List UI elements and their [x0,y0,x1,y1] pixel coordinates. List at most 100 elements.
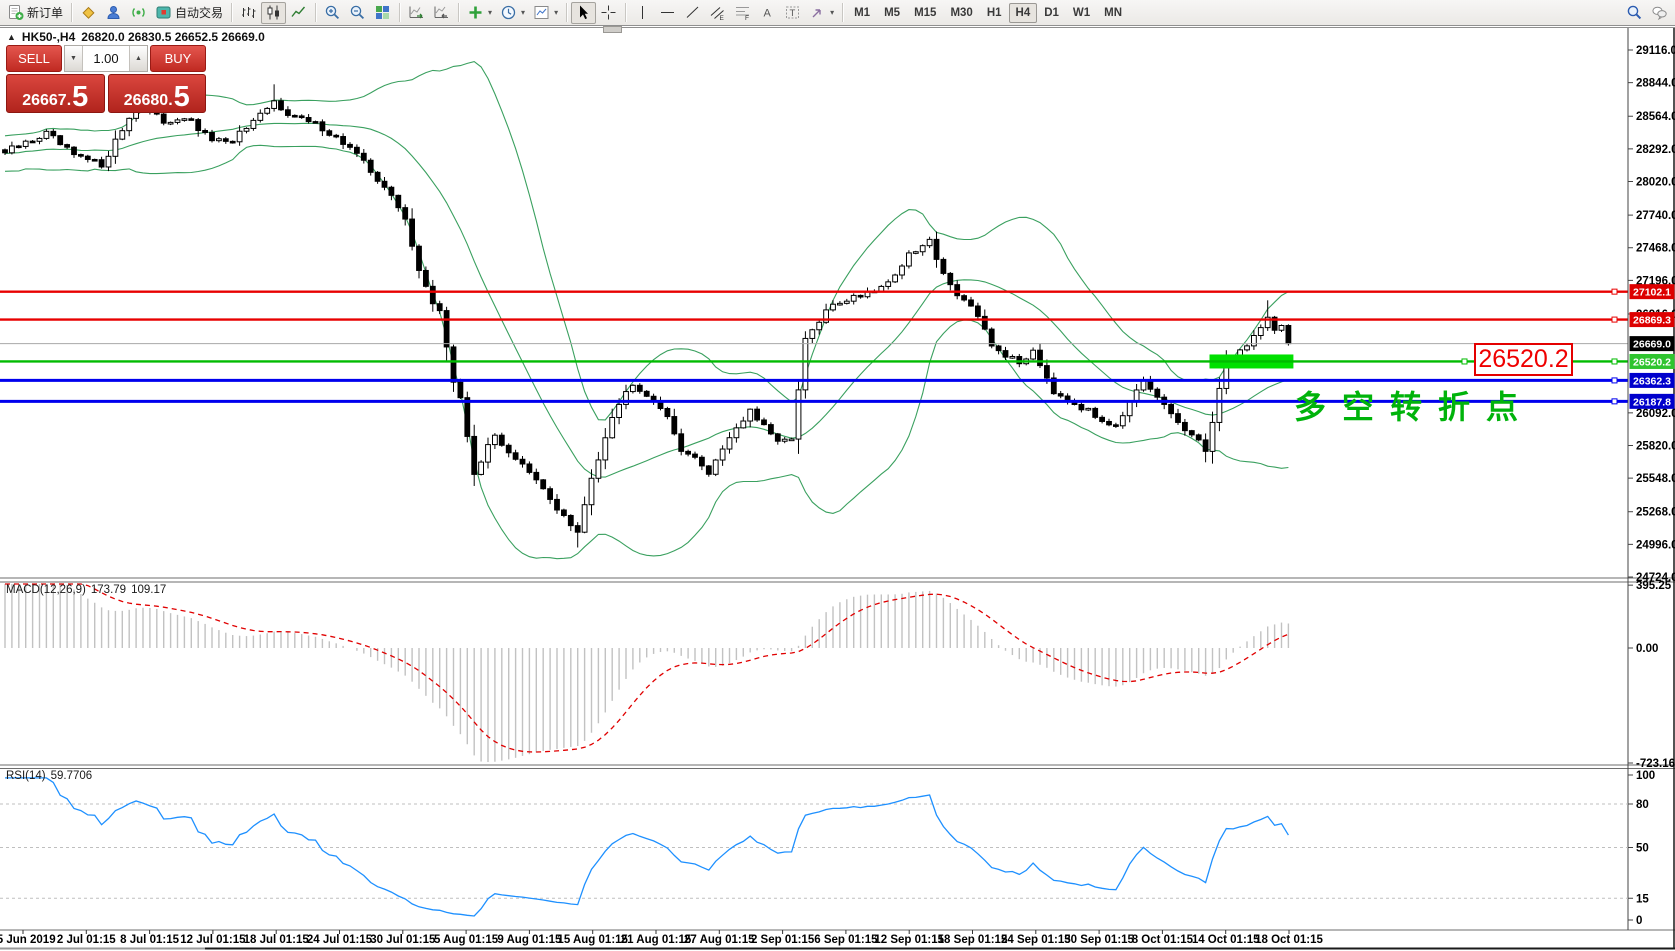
sell-button[interactable]: SELL [6,45,62,72]
auto-trading-button[interactable]: 自动交易 [151,2,227,24]
svg-text:F: F [745,15,749,21]
cursor-button[interactable] [571,2,596,24]
arrows-button[interactable]: ▾ [805,2,838,24]
macd-indicator-label: MACD(12,26,9)173.79109.17 [6,584,166,596]
market-watch-icon [80,4,97,21]
timeframe-m1[interactable]: M1 [847,3,877,23]
line-chart-icon [290,4,307,21]
toolbar-separator [842,3,843,22]
toolbar-separator [399,3,400,22]
chart-header: ▲ HK50-,H4 26820.0 26830.5 26652.5 26669… [7,30,265,44]
bar-chart-button[interactable] [236,2,261,24]
vertical-line-button[interactable] [630,2,655,24]
macd-panel[interactable] [0,583,1628,763]
market-watch-button[interactable] [76,2,101,24]
search-icon [1626,4,1643,21]
rsi-indicator-label: RSI(14)59.7706 [6,770,92,782]
data-window-button[interactable] [101,2,126,24]
buy-button[interactable]: BUY [150,45,206,72]
volume-increase-button[interactable]: ▲ [129,46,147,71]
candlestick-chart-button[interactable] [261,2,286,24]
equidistant-channel-icon: E [709,4,726,21]
indicators-plus-icon [467,4,484,21]
new-order-button[interactable]: 新订单 [3,2,67,24]
text-icon: A [759,4,776,21]
buy-price[interactable]: 26680.5 [108,74,207,113]
crosshair-button[interactable] [596,2,621,24]
channel-button[interactable]: E [705,2,730,24]
zoom-out-icon [349,4,366,21]
horizontal-line-icon [659,4,676,21]
price-callout-label[interactable]: 26520.2 [1474,343,1573,376]
macd-signal-value: 109.17 [131,584,166,596]
indicators-button[interactable]: ▾ [463,2,496,24]
ohlc-values: 26820.0 26830.5 26652.5 26669.0 [81,30,265,44]
sell-price-dot: . [67,92,71,110]
text-label-icon: T [784,4,801,21]
timeframe-m15[interactable]: M15 [907,3,943,23]
tile-windows-icon [374,4,391,21]
timeframe-m30[interactable]: M30 [943,3,979,23]
volume-value[interactable]: 1.00 [83,46,129,71]
chat-button[interactable] [1647,2,1672,24]
toolbar-separator [625,3,626,22]
auto-trading-icon [155,4,172,21]
auto-scroll-icon [408,4,425,21]
chart-shift-button[interactable] [429,2,454,24]
buy-price-fraction: 5 [174,86,190,110]
timeframe-w1[interactable]: W1 [1066,3,1097,23]
candlestick-chart-icon [265,4,282,21]
toolbar-separator [458,3,459,22]
symbol-title: HK50-,H4 [22,30,75,44]
text-button[interactable]: A [755,2,780,24]
svg-text:E: E [720,15,725,21]
zoom-in-icon [324,4,341,21]
svg-text:T: T [790,8,796,19]
toolbar-separator [71,3,72,22]
toolbar: 新订单 自动交易 ▾ ▾ [0,0,1675,26]
buy-price-main: 26680 [124,92,169,110]
buy-price-dot: . [168,92,172,110]
one-click-trading-panel: SELL ▼ 1.00 ▲ BUY 26667.5 26680.5 [6,45,206,113]
search-button[interactable] [1622,2,1647,24]
toolbar-separator [566,3,567,22]
cursor-icon [575,4,592,21]
sell-price-fraction: 5 [72,86,88,110]
periods-button[interactable]: ▾ [496,2,529,24]
trendline-button[interactable] [680,2,705,24]
timeframe-d1[interactable]: D1 [1037,3,1066,23]
window-split-handle[interactable] [603,26,622,33]
rsi-panel[interactable] [0,768,1628,930]
annotation-text[interactable]: 多空转折点 [1294,382,1534,428]
timeframe-h4[interactable]: H4 [1009,3,1038,23]
tile-windows-button[interactable] [370,2,395,24]
vertical-line-icon [634,4,651,21]
auto-scroll-button[interactable] [404,2,429,24]
price-axis[interactable] [1628,28,1675,930]
volume-decrease-button[interactable]: ▼ [65,46,83,71]
svg-text:A: A [764,8,772,20]
panel-divider-rsi[interactable] [0,762,1675,770]
collapse-trade-panel-icon[interactable]: ▲ [7,32,16,42]
new-order-label: 新订单 [27,4,63,21]
signals-button[interactable] [126,2,151,24]
toolbar-separator [231,3,232,22]
timeframe-m5[interactable]: M5 [877,3,907,23]
fibonacci-button[interactable]: F [730,2,755,24]
timeframe-mn[interactable]: MN [1097,3,1129,23]
panel-divider-macd[interactable] [0,575,1675,583]
arrow-object-icon [809,4,826,21]
templates-button[interactable]: ▾ [529,2,562,24]
sell-price[interactable]: 26667.5 [6,74,105,113]
chevron-down-icon: ▾ [830,8,834,17]
horizontal-line-button[interactable] [655,2,680,24]
zoom-in-button[interactable] [320,2,345,24]
rsi-value: 59.7706 [51,770,93,782]
timeframe-h1[interactable]: H1 [980,3,1009,23]
auto-trading-label: 自动交易 [175,4,223,21]
zoom-out-button[interactable] [345,2,370,24]
time-axis[interactable] [0,931,1628,947]
main-chart-panel[interactable] [0,28,1628,576]
text-label-button[interactable]: T [780,2,805,24]
line-chart-button[interactable] [286,2,311,24]
